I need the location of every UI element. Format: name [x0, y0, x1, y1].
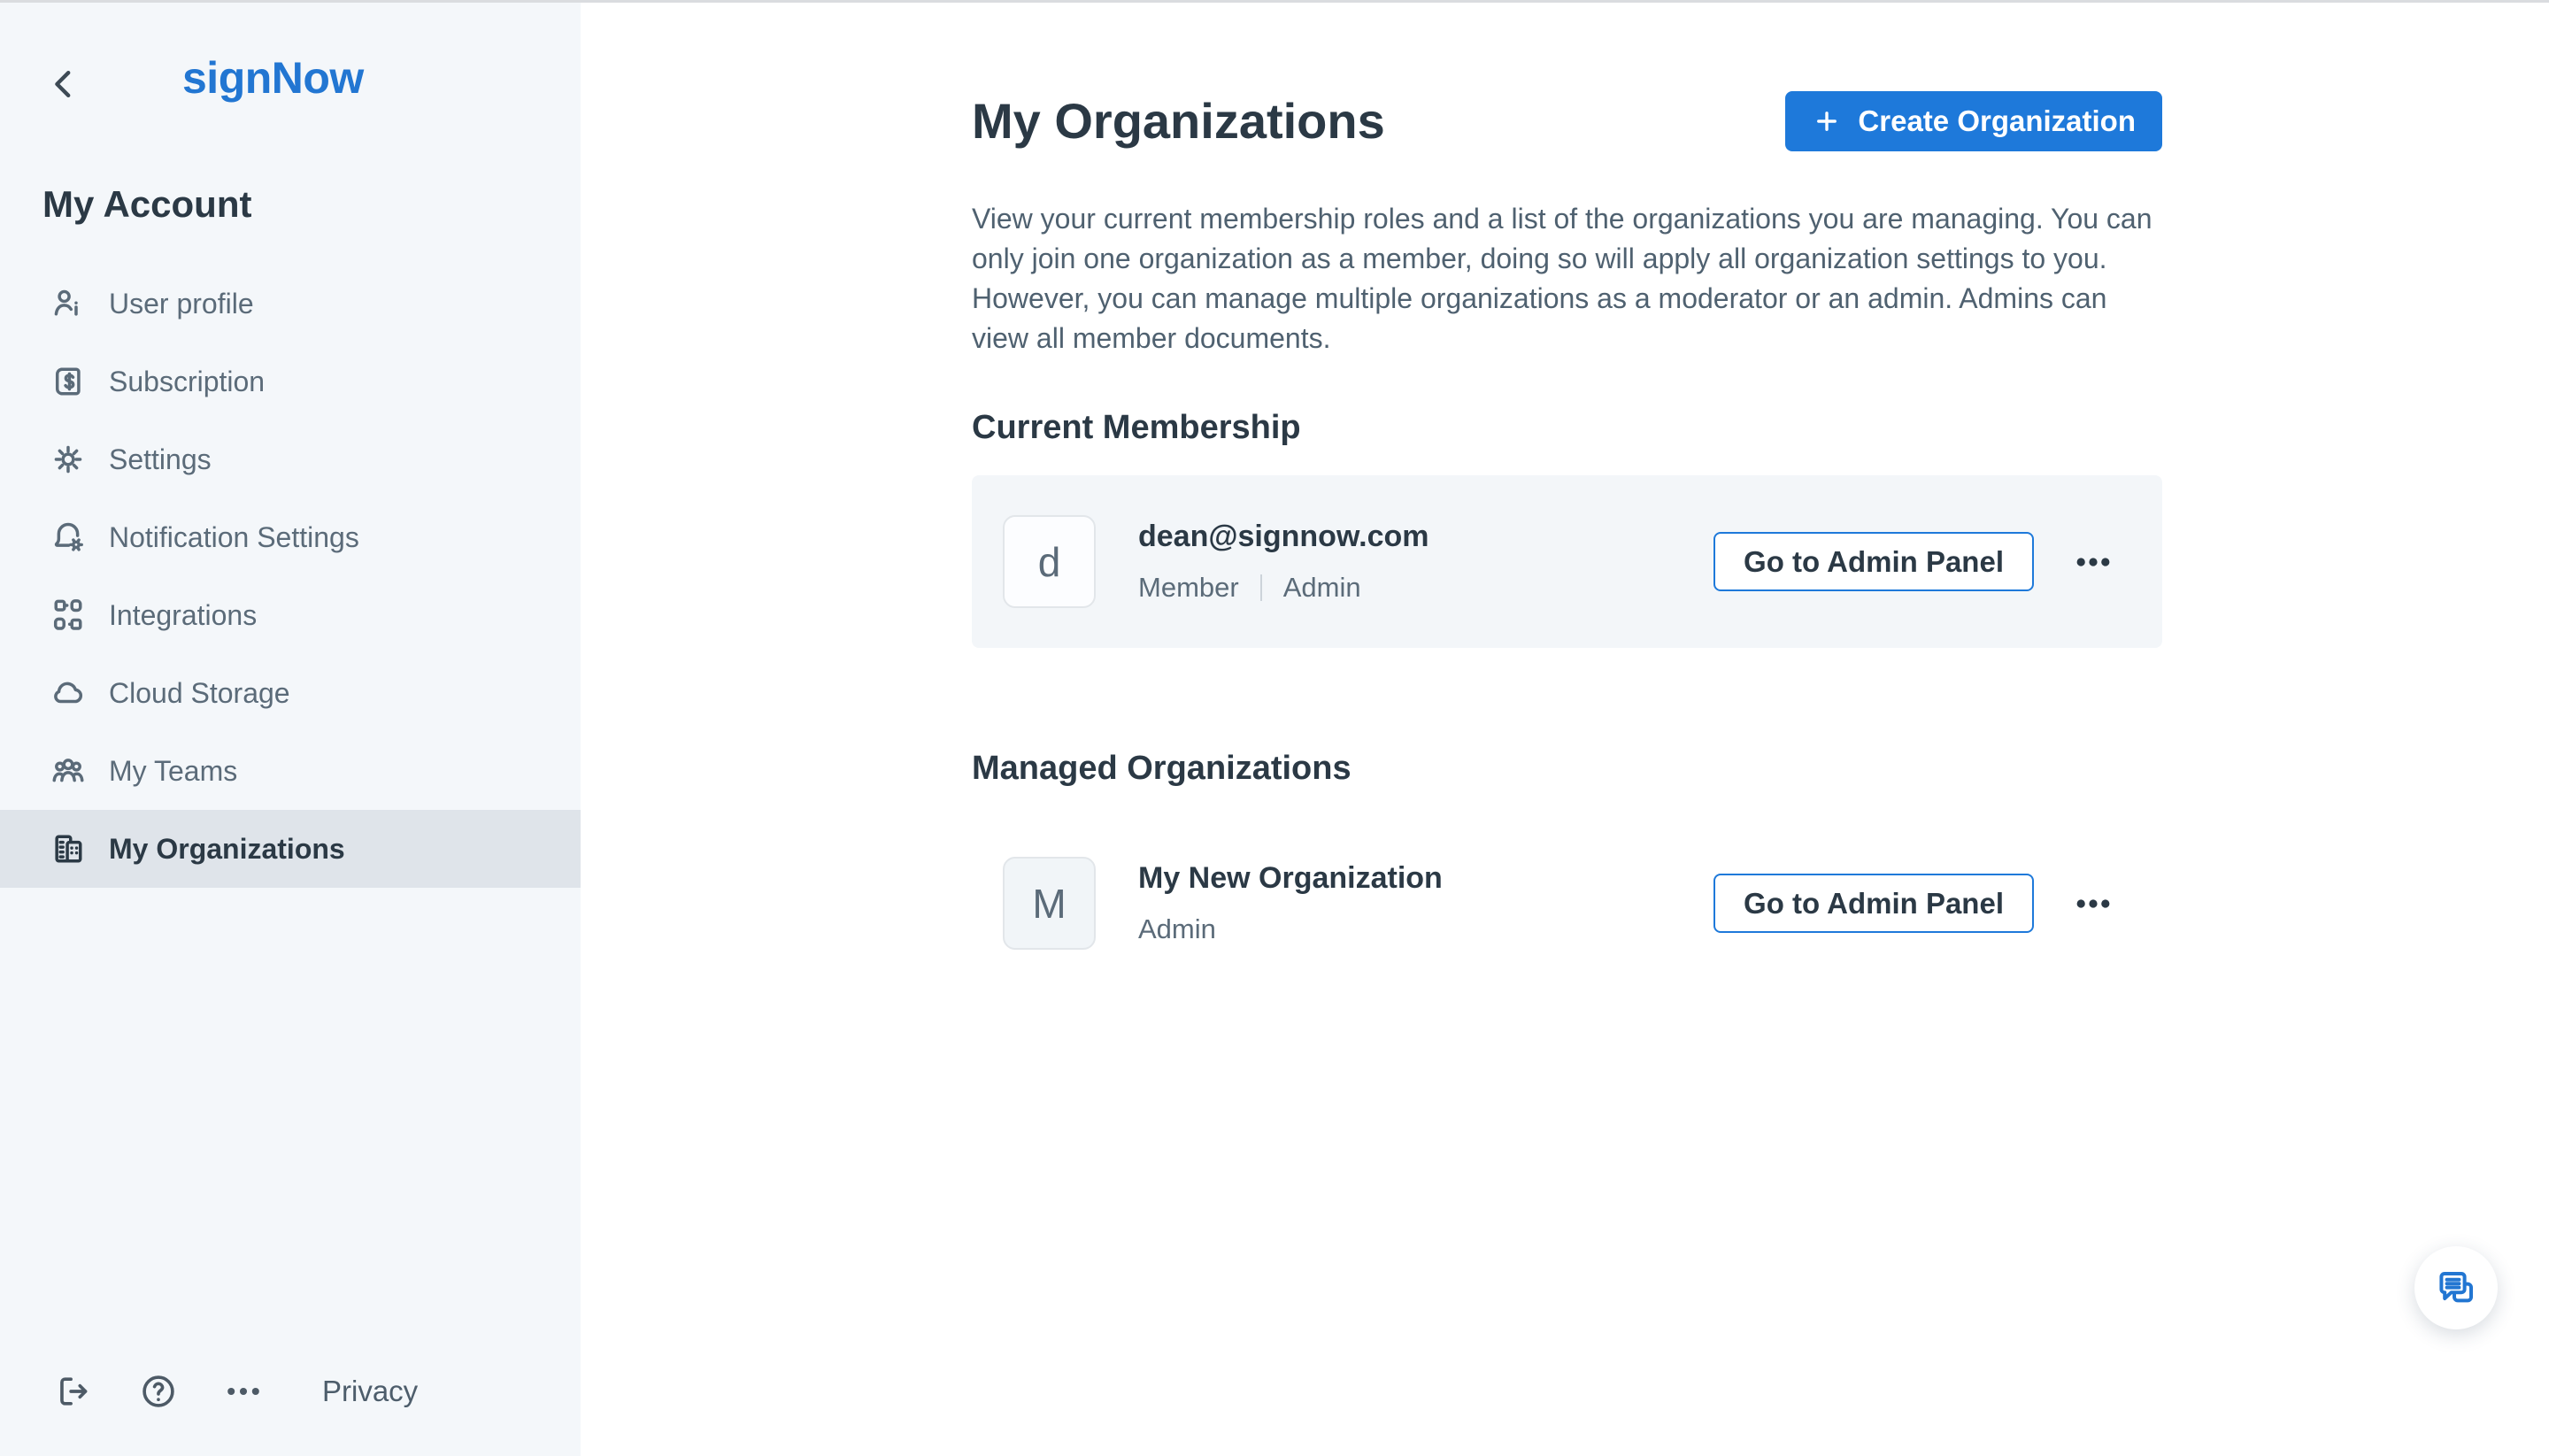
- page-description: View your current membership roles and a…: [972, 203, 2152, 354]
- sidebar-item-label: Settings: [109, 443, 212, 475]
- more-dots-icon[interactable]: [223, 1371, 264, 1412]
- sidebar-item-label: Cloud Storage: [109, 676, 290, 709]
- sidebar-item-label: Notification Settings: [109, 520, 359, 553]
- sidebar-footer: Privacy: [53, 1371, 418, 1412]
- chat-fab-button[interactable]: [2414, 1246, 2498, 1329]
- my-organizations-icon: [49, 829, 88, 868]
- user-profile-icon: [49, 284, 88, 323]
- row-more-button[interactable]: [2073, 883, 2114, 924]
- sidebar-item-integrations[interactable]: Integrations: [0, 576, 581, 654]
- section-heading-managed-organizations: Managed Organizations: [972, 750, 1352, 787]
- sidebar-item-user-profile[interactable]: User profile: [0, 265, 581, 343]
- back-button[interactable]: [42, 63, 85, 105]
- sidebar-item-my-teams[interactable]: My Teams: [0, 732, 581, 810]
- avatar: M: [1003, 857, 1096, 950]
- sidebar-item-label: User profile: [109, 287, 254, 320]
- sidebar-item-settings[interactable]: Settings: [0, 420, 581, 498]
- chat-icon: [2439, 1272, 2473, 1303]
- row-more-button[interactable]: [2073, 542, 2114, 582]
- organization-roles: Admin: [1138, 913, 1443, 945]
- notification-settings-icon: [49, 518, 88, 557]
- organization-row: M My New Organization Admin Go to Admin …: [972, 857, 2162, 950]
- sidebar-nav: User profile Subscription Settings Notif…: [0, 265, 581, 888]
- sidebar-item-my-organizations[interactable]: My Organizations: [0, 810, 581, 888]
- my-teams-icon: [49, 751, 88, 790]
- chevron-left-icon: [42, 71, 85, 109]
- main-content: My Organizations Create Organization Vie…: [972, 3, 2162, 950]
- main-header: My Organizations Create Organization: [972, 91, 2162, 151]
- integrations-icon: [49, 596, 88, 635]
- membership-card: d dean@signnow.com Member Admin Go to Ad…: [972, 475, 2162, 648]
- role-badge-member: Member: [1138, 572, 1239, 603]
- sidebar: signNow My Account User profile Subscrip…: [0, 3, 581, 1456]
- settings-icon: [49, 440, 88, 479]
- signnow-logo[interactable]: signNow: [182, 52, 364, 104]
- sidebar-title: My Account: [42, 183, 252, 225]
- sidebar-item-label: Integrations: [109, 598, 258, 631]
- create-organization-button[interactable]: Create Organization: [1785, 91, 2162, 151]
- role-badge-admin: Admin: [1282, 572, 1361, 603]
- ellipsis-icon: [2076, 557, 2110, 566]
- section-heading-current-membership: Current Membership: [972, 409, 1301, 446]
- organization-actions: Go to Admin Panel: [1713, 874, 2114, 933]
- sidebar-item-label: My Organizations: [109, 832, 345, 865]
- membership-actions: Go to Admin Panel: [1713, 532, 2114, 591]
- sidebar-item-subscription[interactable]: Subscription: [0, 343, 581, 420]
- role-divider: [1259, 574, 1262, 601]
- sidebar-item-label: My Teams: [109, 754, 238, 787]
- go-to-admin-panel-button[interactable]: Go to Admin Panel: [1713, 532, 2034, 591]
- role-badge-admin: Admin: [1138, 913, 1216, 944]
- organization-info: My New Organization Admin: [1138, 861, 1443, 945]
- membership-info: dean@signnow.com Member Admin: [1138, 520, 1429, 604]
- sidebar-item-label: Subscription: [109, 365, 266, 397]
- membership-roles: Member Admin: [1138, 572, 1429, 604]
- subscription-icon: [49, 362, 88, 401]
- membership-email: dean@signnow.com: [1138, 520, 1429, 553]
- sidebar-item-notification-settings[interactable]: Notification Settings: [0, 498, 581, 576]
- logout-icon[interactable]: [53, 1371, 94, 1412]
- page-title: My Organizations: [972, 93, 1385, 149]
- avatar: d: [1003, 515, 1096, 608]
- cloud-storage-icon: [49, 674, 88, 713]
- go-to-admin-panel-button[interactable]: Go to Admin Panel: [1713, 874, 2034, 933]
- help-icon[interactable]: [138, 1371, 179, 1412]
- sidebar-item-cloud-storage[interactable]: Cloud Storage: [0, 654, 581, 732]
- privacy-link[interactable]: Privacy: [322, 1375, 418, 1408]
- plus-icon: [1817, 112, 1837, 131]
- create-organization-label: Create Organization: [1858, 104, 2136, 137]
- organization-name: My New Organization: [1138, 861, 1443, 895]
- ellipsis-icon: [2076, 898, 2110, 908]
